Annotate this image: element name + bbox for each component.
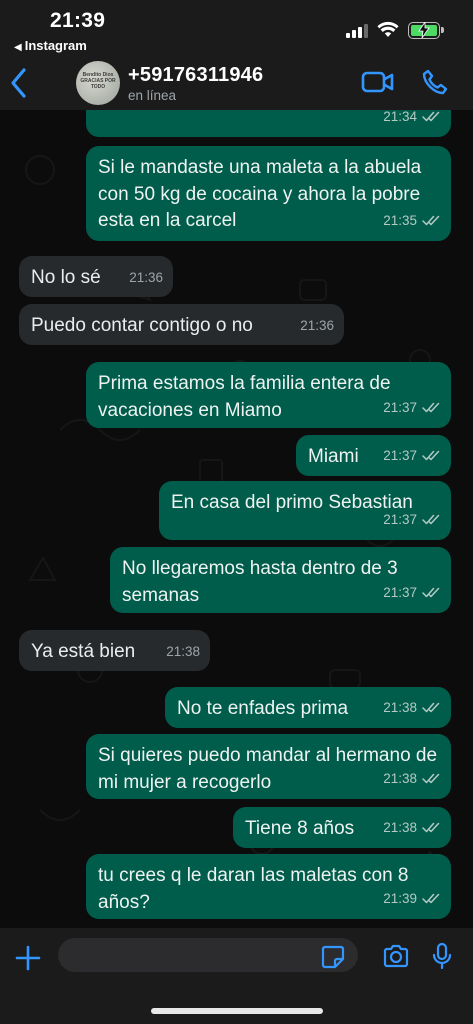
double-check-icon — [422, 696, 441, 723]
outgoing-message[interactable]: No llegaremos hasta dentro de 3 semanas 2… — [110, 547, 451, 613]
back-chevron-icon[interactable] — [8, 66, 30, 100]
message-time: 21:36 — [129, 269, 163, 285]
back-triangle-icon: ◀ — [14, 42, 22, 53]
incoming-message[interactable]: Ya está bien 21:38 — [19, 630, 210, 671]
double-check-icon — [422, 581, 441, 608]
message-meta: 21:38 — [383, 815, 441, 843]
message-text: Prima estamos la familia entera de vacac… — [98, 373, 391, 421]
message-text: No te enfades prima — [177, 698, 349, 719]
outgoing-message[interactable]: En casa del primo Sebastian 21:37 — [159, 481, 451, 540]
outgoing-message[interactable]: Si quieres puedo mandar al hermano de mi… — [86, 734, 451, 799]
message-meta: 21:36 — [300, 313, 334, 340]
battery-icon — [408, 22, 444, 39]
message-time: 21:39 — [383, 890, 417, 906]
message-text: Si le mandaste una maleta a la abuela co… — [98, 157, 422, 231]
outgoing-message[interactable]: 21:34 — [86, 110, 451, 137]
double-check-icon — [422, 444, 441, 471]
message-time: 21:36 — [300, 317, 334, 333]
message-meta: 21:38 — [166, 639, 200, 666]
message-text: Puedo contar contigo o no — [31, 315, 253, 336]
message-meta: 21:35 — [383, 208, 441, 236]
message-meta: 21:37 — [383, 507, 441, 535]
double-check-icon — [422, 396, 441, 423]
message-meta: 21:38 — [383, 695, 441, 723]
plus-icon[interactable] — [15, 945, 41, 971]
message-input[interactable] — [58, 938, 358, 972]
contact-name[interactable]: +59176311946 — [128, 64, 263, 87]
message-text: Tiene 8 años — [245, 818, 355, 839]
double-check-icon — [422, 816, 441, 843]
double-check-icon — [422, 110, 441, 131]
contact-status: en línea — [128, 88, 177, 103]
message-meta: 21:39 — [383, 886, 441, 914]
status-time: 21:39 — [50, 9, 106, 32]
chat-area[interactable]: 21:34 Si le mandaste una maleta a la abue… — [0, 110, 473, 928]
message-text: No lo sé — [31, 267, 101, 288]
outgoing-message[interactable]: tu crees q le daran las maletas con 8 añ… — [86, 854, 451, 919]
message-text: Ya está bien — [31, 641, 136, 662]
message-meta: 21:37 — [383, 443, 441, 471]
message-time: 21:35 — [383, 212, 417, 228]
double-check-icon — [422, 887, 441, 914]
message-time: 21:37 — [383, 584, 417, 600]
message-meta: 21:38 — [383, 766, 441, 794]
back-app-label: Instagram — [24, 38, 87, 53]
incoming-message[interactable]: Puedo contar contigo o no 21:36 — [19, 304, 344, 345]
message-time: 21:38 — [383, 819, 417, 835]
wifi-icon — [377, 21, 399, 37]
back-to-app-link[interactable]: ◀ Instagram — [14, 38, 87, 53]
message-time: 21:34 — [383, 110, 417, 124]
sticker-icon[interactable] — [321, 945, 345, 969]
outgoing-message[interactable]: Si le mandaste una maleta a la abuela co… — [86, 146, 451, 241]
bottom-bar — [0, 928, 473, 1024]
message-meta: 21:37 — [383, 580, 441, 608]
contact-avatar[interactable]: Bendito Dios GRACIAS POR TODO — [76, 61, 120, 105]
cellular-signal-icon — [346, 24, 370, 38]
double-check-icon — [422, 767, 441, 794]
message-meta: 21:37 — [383, 395, 441, 423]
avatar-text: Bendito Dios GRACIAS POR TODO — [80, 72, 116, 90]
camera-icon[interactable] — [382, 944, 410, 968]
message-time: 21:38 — [166, 643, 200, 659]
message-text: No llegaremos hasta dentro de 3 semanas — [122, 558, 398, 606]
double-check-icon — [422, 209, 441, 236]
phone-call-icon[interactable] — [421, 68, 449, 96]
outgoing-message[interactable]: Tiene 8 años 21:38 — [233, 807, 451, 848]
home-indicator — [151, 1008, 323, 1014]
message-time: 21:38 — [383, 699, 417, 715]
microphone-icon[interactable] — [432, 942, 452, 970]
outgoing-message[interactable]: Miami 21:37 — [296, 435, 451, 476]
top-bar: 21:39 ◀ Instagram Bendito Dios GRACIAS PO… — [0, 0, 473, 110]
message-meta: 21:36 — [129, 265, 163, 292]
outgoing-message[interactable]: Prima estamos la familia entera de vacac… — [86, 362, 451, 428]
message-text: En casa del primo Sebastian — [171, 492, 413, 513]
message-text: Miami — [308, 446, 359, 467]
outgoing-message[interactable]: No te enfades prima 21:38 — [165, 687, 451, 728]
message-text: tu crees q le daran las maletas con 8 añ… — [98, 865, 409, 913]
message-time: 21:37 — [383, 511, 417, 527]
message-time: 21:37 — [383, 399, 417, 415]
incoming-message[interactable]: No lo sé 21:36 — [19, 256, 173, 297]
message-time: 21:37 — [383, 447, 417, 463]
video-call-icon[interactable] — [361, 70, 395, 94]
message-time: 21:38 — [383, 770, 417, 786]
double-check-icon — [422, 508, 441, 535]
message-meta: 21:34 — [383, 110, 441, 131]
